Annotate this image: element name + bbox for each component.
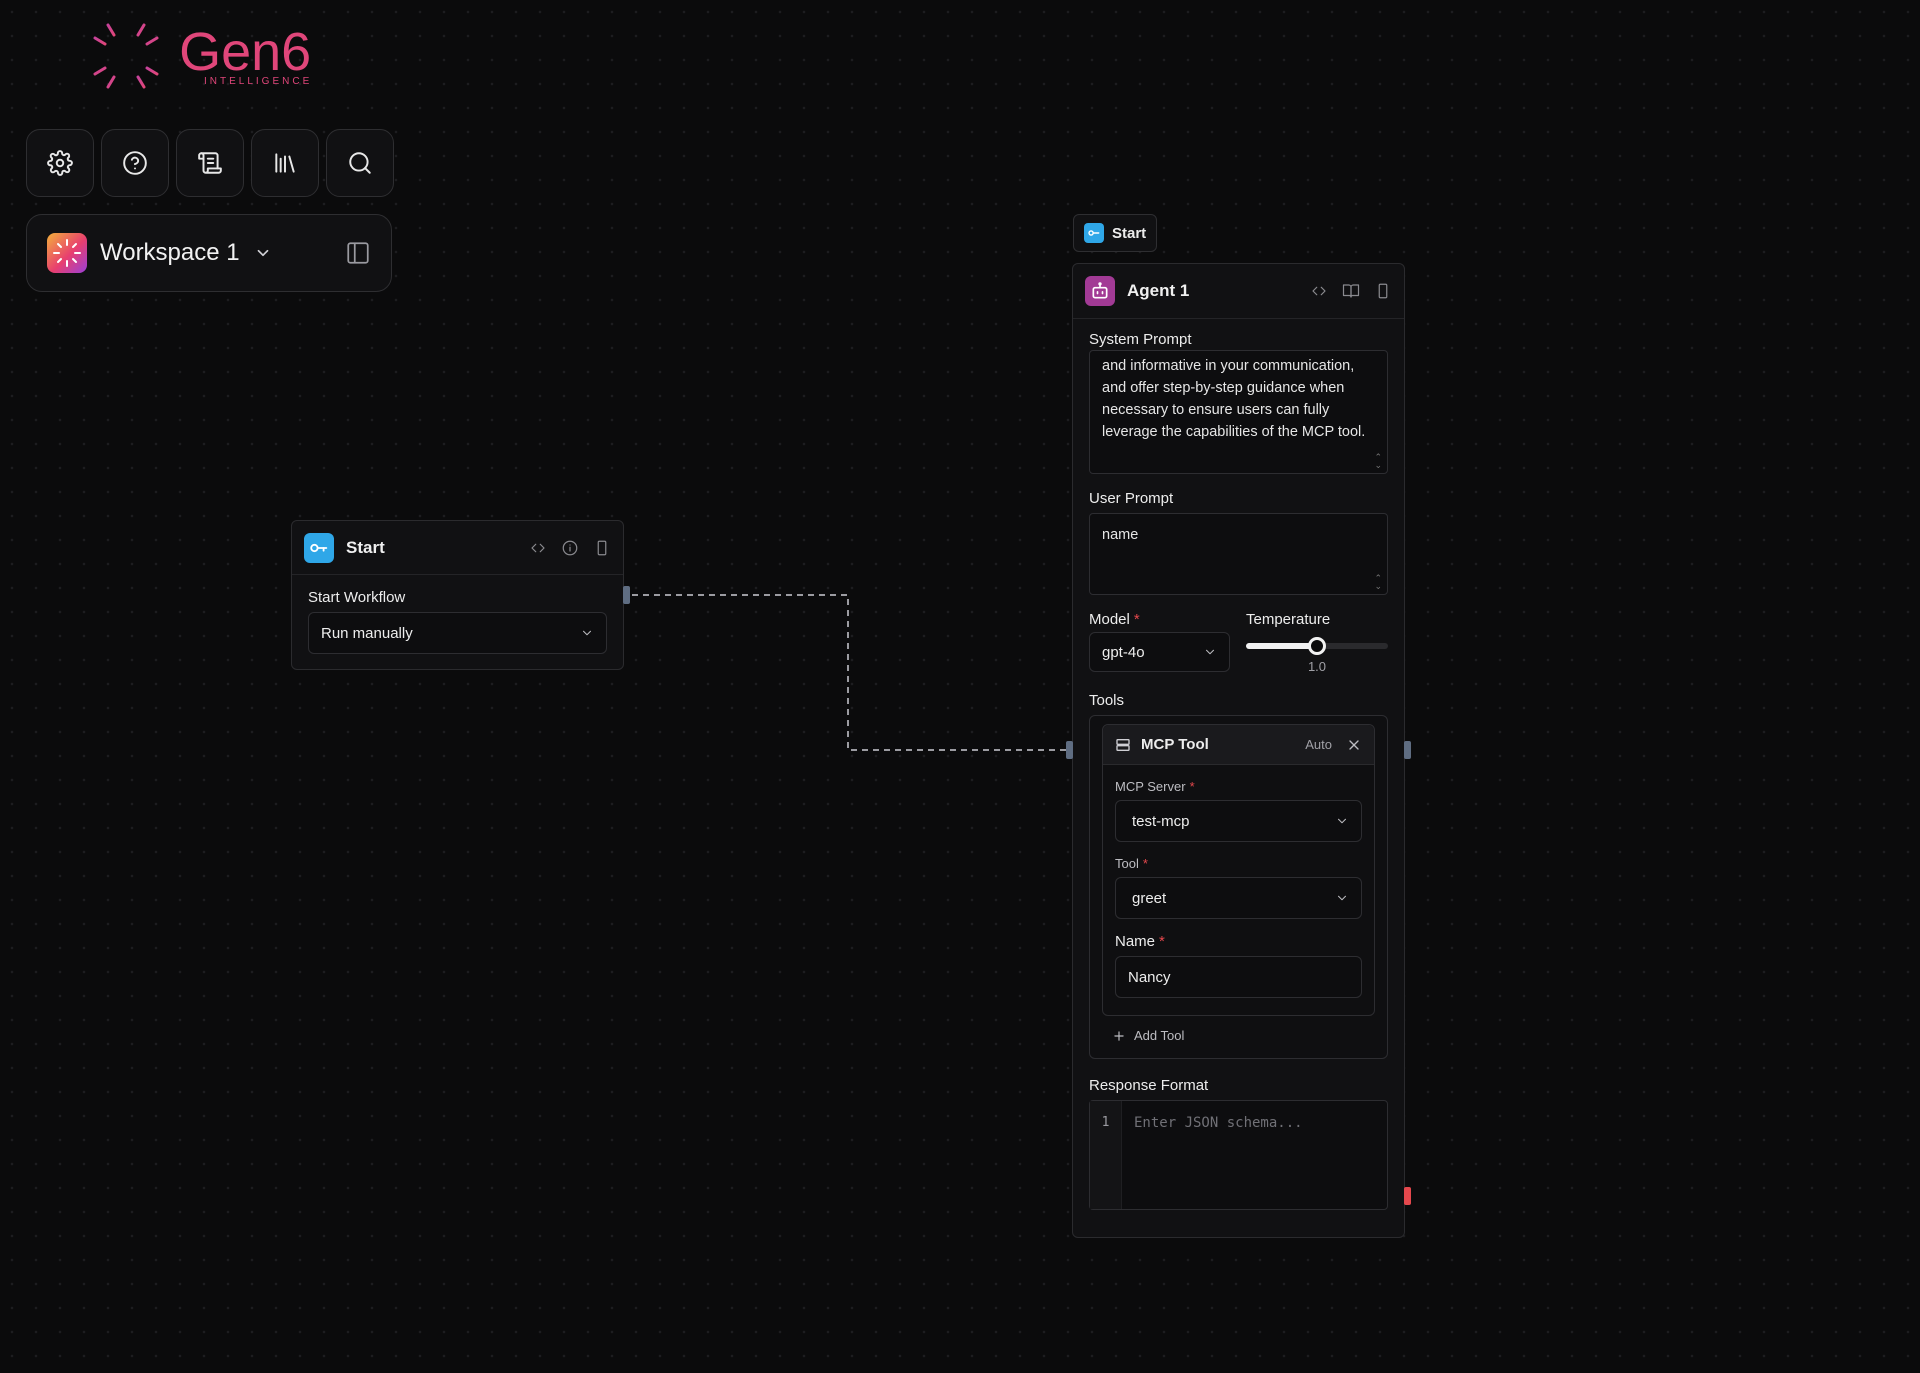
mcp-server-label: MCP Server	[1115, 779, 1186, 794]
resize-handle-icon[interactable]: ⌃ ⌄	[1374, 574, 1382, 591]
chevron-down-icon	[1337, 818, 1347, 824]
chevron-down-icon	[1337, 895, 1347, 901]
user-prompt-textarea[interactable]: name ⌃ ⌄	[1089, 513, 1388, 595]
temperature-label: Temperature	[1246, 611, 1331, 628]
tool-select-value: greet	[1132, 889, 1167, 907]
name-input-value: Nancy	[1128, 968, 1171, 986]
agent-error-handle[interactable]	[1404, 1187, 1411, 1205]
required-marker: *	[1159, 933, 1165, 950]
start-node-icon	[304, 532, 334, 563]
required-marker: *	[1142, 856, 1148, 871]
start-tag-icon	[1084, 223, 1104, 243]
add-tool-label: Add Tool	[1134, 1028, 1185, 1043]
name-label: Name	[1115, 933, 1156, 950]
tool-label: Tool	[1115, 856, 1139, 871]
model-label: Model	[1089, 611, 1130, 628]
chevron-down-icon	[1205, 649, 1215, 655]
connection-edge	[632, 594, 1066, 751]
system-prompt-text: and informative in your communication, a…	[1102, 358, 1366, 440]
name-input[interactable]: Nancy	[1115, 956, 1362, 998]
agent-node-title: Agent 1	[1127, 281, 1190, 300]
key-icon	[1088, 230, 1100, 236]
start-node[interactable]: Start Start Workflow Run manually	[291, 520, 624, 670]
book-icon[interactable]	[1342, 282, 1360, 300]
add-tool-button[interactable]: Add Tool	[1102, 1028, 1375, 1043]
response-format-placeholder: Enter JSON schema...	[1134, 1115, 1303, 1131]
mobile-icon[interactable]	[593, 539, 611, 557]
resize-handle-icon[interactable]: ⌃ ⌄	[1374, 453, 1382, 470]
mobile-icon[interactable]	[1374, 282, 1392, 300]
model-select[interactable]: gpt-4o	[1089, 632, 1230, 672]
server-icon	[1116, 738, 1130, 751]
tool-mode-badge[interactable]: Auto	[1305, 737, 1332, 752]
temperature-slider[interactable]	[1246, 637, 1388, 655]
mcp-server-value: test-mcp	[1132, 812, 1190, 830]
tool-select[interactable]: greet	[1115, 877, 1362, 919]
response-format-editor[interactable]: 1 Enter JSON schema...	[1089, 1100, 1388, 1210]
user-prompt-label: User Prompt	[1089, 490, 1174, 507]
start-tag-label: Start	[1112, 224, 1147, 242]
line-number: 1	[1090, 1101, 1122, 1209]
tools-label: Tools	[1089, 692, 1125, 709]
system-prompt-textarea[interactable]: and informative in your communication, a…	[1089, 350, 1388, 474]
required-marker: *	[1189, 779, 1195, 794]
mcp-server-select[interactable]: test-mcp	[1115, 800, 1362, 842]
temperature-slider-thumb[interactable]	[1308, 637, 1326, 655]
temperature-slider-fill	[1246, 643, 1317, 649]
code-icon[interactable]	[529, 539, 547, 557]
user-prompt-text: name	[1102, 527, 1139, 543]
agent-node[interactable]: Agent 1 System Prompt and informative in…	[1072, 263, 1405, 1238]
response-format-label: Response Format	[1089, 1077, 1209, 1094]
required-marker: *	[1133, 611, 1140, 628]
model-select-value: gpt-4o	[1102, 643, 1145, 661]
trigger-select-value: Run manually	[321, 624, 413, 642]
tools-container: MCP Tool Auto MCP Server * test-mcp Tool *…	[1089, 715, 1388, 1059]
start-tag[interactable]: Start	[1073, 214, 1158, 252]
close-icon[interactable]	[1346, 737, 1362, 753]
start-workflow-label: Start Workflow	[308, 589, 406, 606]
info-icon[interactable]	[561, 539, 579, 557]
agent-input-handle[interactable]	[1066, 741, 1073, 759]
start-output-handle[interactable]	[623, 586, 630, 604]
code-icon[interactable]	[1310, 282, 1328, 300]
mcp-tool-card: MCP Tool Auto MCP Server * test-mcp Tool *…	[1102, 724, 1375, 1016]
plus-icon	[1114, 1030, 1124, 1041]
robot-icon	[1092, 282, 1108, 299]
start-node-title: Start	[346, 537, 385, 557]
chevron-down-icon	[582, 630, 592, 636]
agent-output-handle[interactable]	[1404, 741, 1411, 759]
mcp-tool-title: MCP Tool	[1141, 736, 1209, 753]
trigger-select[interactable]: Run manually	[308, 612, 607, 654]
agent-node-icon	[1085, 276, 1115, 306]
key-icon	[310, 543, 328, 552]
temperature-value: 1.0	[1307, 659, 1327, 674]
system-prompt-label: System Prompt	[1089, 331, 1192, 348]
